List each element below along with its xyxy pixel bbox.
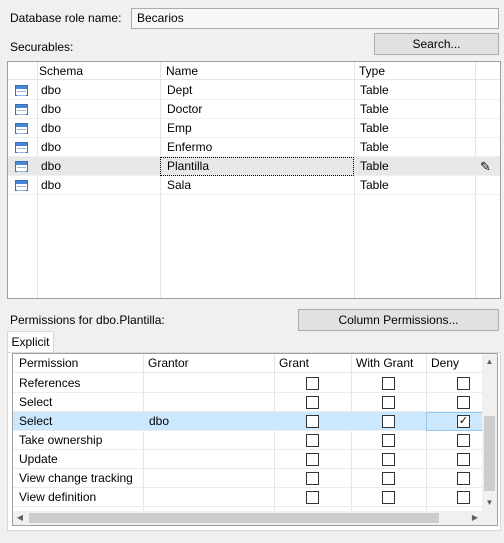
explicit-tab-panel: Permission Grantor Grant With Grant Deny… [7, 352, 501, 531]
table-icon [15, 123, 28, 134]
with-grant-checkbox[interactable] [382, 396, 395, 409]
role-name-field[interactable]: Becarios [131, 8, 499, 29]
column-header-name[interactable]: Name [166, 62, 198, 80]
securable-row[interactable]: dbo Plantilla Table ✎ [8, 157, 500, 176]
table-icon [15, 104, 28, 115]
grant-checkbox[interactable] [306, 434, 319, 447]
grantor-cell: dbo [149, 414, 170, 428]
deny-checkbox[interactable] [457, 434, 470, 447]
column-header-permission[interactable]: Permission [19, 354, 78, 372]
with-grant-checkbox[interactable] [382, 434, 395, 447]
type-cell: Table [360, 140, 389, 154]
type-cell: Table [360, 83, 389, 97]
name-cell: Dept [167, 83, 193, 97]
with-grant-checkbox[interactable] [382, 415, 395, 428]
deny-checkbox[interactable] [457, 491, 470, 504]
permission-cell: Select [19, 395, 53, 409]
search-button[interactable]: Search... [374, 33, 499, 55]
horizontal-scroll-thumb[interactable] [29, 513, 439, 523]
type-cell: Table [360, 121, 389, 135]
permission-row[interactable]: View change tracking [13, 469, 482, 488]
permission-cell: Select [19, 414, 53, 428]
column-header-schema[interactable]: Schema [39, 62, 83, 80]
securable-row[interactable]: dbo Doctor Table [8, 100, 500, 119]
scroll-down-arrow-icon[interactable]: ▼ [482, 497, 497, 509]
column-header-grant[interactable]: Grant [279, 354, 309, 372]
securable-row[interactable]: dbo Emp Table [8, 119, 500, 138]
vertical-scroll-thumb[interactable] [484, 416, 495, 491]
deny-checkbox[interactable] [457, 396, 470, 409]
securable-row[interactable]: dbo Sala Table [8, 176, 500, 195]
table-icon [15, 142, 28, 153]
permission-row[interactable]: Select dbo ✓ [13, 412, 484, 431]
scrollbar-corner [482, 511, 497, 525]
permission-row[interactable]: Update [13, 450, 482, 469]
with-grant-checkbox[interactable] [382, 472, 395, 485]
name-cell: Doctor [167, 102, 203, 116]
schema-cell: dbo [41, 159, 62, 173]
permissions-header: Permission Grantor Grant With Grant Deny [13, 354, 482, 373]
table-icon [15, 161, 28, 172]
permission-cell: Update [19, 452, 58, 466]
scroll-up-arrow-icon[interactable]: ▲ [482, 356, 497, 368]
permission-cell: View definition [19, 490, 97, 504]
securables-label: Securables: [10, 40, 74, 54]
permission-row[interactable]: References [13, 374, 482, 393]
column-permissions-button[interactable]: Column Permissions... [298, 309, 499, 331]
schema-cell: dbo [41, 83, 62, 97]
grant-checkbox[interactable] [306, 472, 319, 485]
schema-cell: dbo [41, 121, 62, 135]
with-grant-checkbox[interactable] [382, 453, 395, 466]
pencil-edit-icon[interactable]: ✎ [480, 157, 491, 176]
securables-grid[interactable]: Schema Name Type dbo Dept Table dbo Doctor Ta… [7, 61, 501, 299]
grant-checkbox[interactable] [306, 415, 319, 428]
with-grant-checkbox[interactable] [382, 377, 395, 390]
deny-checkbox[interactable] [457, 472, 470, 485]
column-header-with-grant[interactable]: With Grant [356, 354, 413, 372]
tab-explicit[interactable]: Explicit [7, 331, 54, 353]
schema-cell: dbo [41, 140, 62, 154]
securables-header: Schema Name Type [8, 62, 500, 80]
schema-cell: dbo [41, 178, 62, 192]
securable-row[interactable]: dbo Dept Table [8, 81, 500, 100]
grant-checkbox[interactable] [306, 491, 319, 504]
column-header-type[interactable]: Type [359, 62, 385, 80]
table-icon [15, 180, 28, 191]
scroll-left-arrow-icon[interactable]: ◀ [15, 512, 25, 524]
grant-checkbox[interactable] [306, 396, 319, 409]
table-icon [15, 85, 28, 96]
deny-cell-focus [426, 412, 484, 431]
schema-cell: dbo [41, 102, 62, 116]
permission-cell: Take ownership [19, 433, 103, 447]
type-cell: Table [360, 178, 389, 192]
securable-row[interactable]: dbo Enfermo Table [8, 138, 500, 157]
permission-row[interactable]: Take ownership [13, 431, 482, 450]
grant-checkbox[interactable] [306, 453, 319, 466]
role-name-label: Database role name: [10, 11, 122, 25]
type-cell: Table [360, 159, 389, 173]
name-cell: Enfermo [167, 140, 213, 154]
name-cell: Emp [167, 121, 192, 135]
with-grant-checkbox[interactable] [382, 491, 395, 504]
column-header-deny[interactable]: Deny [431, 354, 459, 372]
name-cell: Plantilla [160, 157, 354, 176]
permissions-label: Permissions for dbo.Plantilla: [10, 313, 165, 327]
permission-cell: References [19, 376, 81, 390]
permissions-horizontal-scrollbar[interactable]: ◀ ▶ [13, 511, 482, 525]
deny-checkbox[interactable] [457, 377, 470, 390]
permission-row[interactable]: View definition [13, 488, 482, 507]
column-header-grantor[interactable]: Grantor [148, 354, 189, 372]
scroll-right-arrow-icon[interactable]: ▶ [470, 512, 480, 524]
deny-checkbox[interactable] [457, 453, 470, 466]
grant-checkbox[interactable] [306, 377, 319, 390]
permissions-vertical-scrollbar[interactable]: ▲ ▼ [482, 354, 497, 511]
permission-row[interactable]: Select [13, 393, 482, 412]
permissions-grid[interactable]: Permission Grantor Grant With Grant Deny… [12, 353, 498, 526]
type-cell: Table [360, 102, 389, 116]
permission-cell: View change tracking [19, 471, 133, 485]
name-cell: Sala [167, 178, 192, 192]
